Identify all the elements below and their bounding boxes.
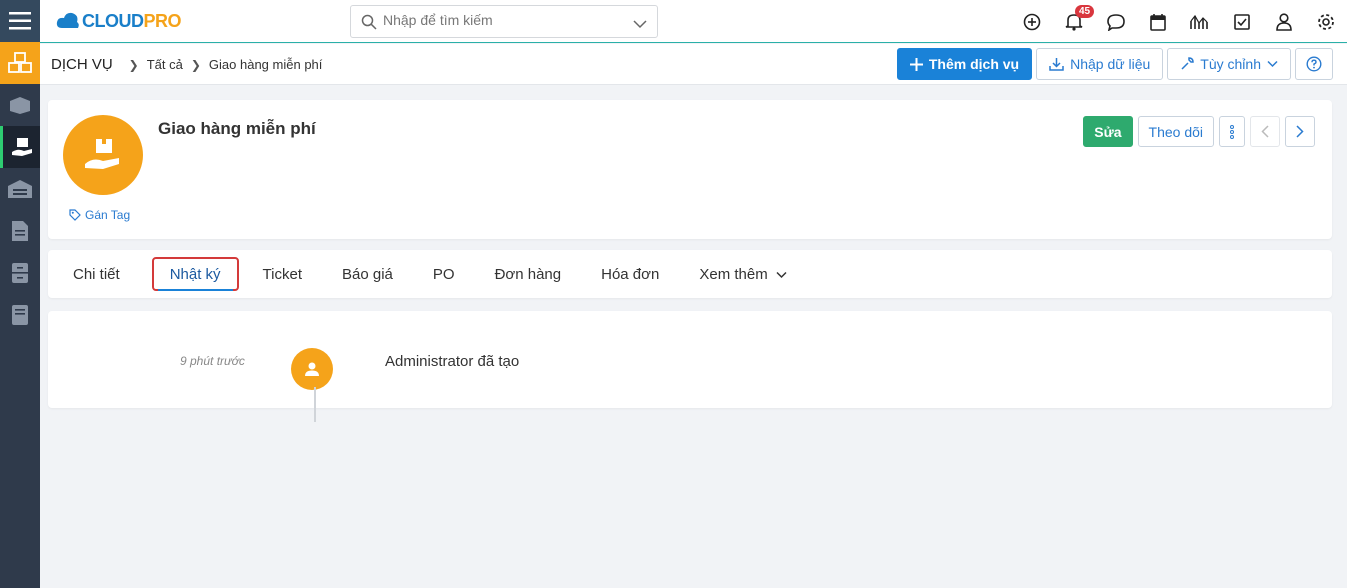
breadcrumb-current: Giao hàng miễn phí xyxy=(208,57,323,72)
hamburger-menu-icon[interactable] xyxy=(0,0,40,42)
chart-icon[interactable] xyxy=(1179,0,1221,43)
search-icon xyxy=(361,14,377,35)
chevron-down-icon xyxy=(776,266,787,283)
tag-icon xyxy=(69,209,81,221)
warehouse-icon[interactable] xyxy=(0,168,40,210)
tab-more[interactable]: Xem thêm xyxy=(679,257,806,291)
tab-orders[interactable]: Đơn hàng xyxy=(475,257,582,291)
tab-quotes[interactable]: Báo giá xyxy=(322,257,413,291)
toolbar-actions: Thêm dịch vụ Nhập dữ liệu Tùy chỉnh xyxy=(896,48,1333,80)
notification-bell-icon[interactable]: 45 xyxy=(1053,0,1095,43)
customize-button[interactable]: Tùy chỉnh xyxy=(1167,48,1291,80)
chat-icon[interactable] xyxy=(1095,0,1137,43)
tab-more-label: Xem thêm xyxy=(699,265,768,283)
tab-invoices[interactable]: Hóa đơn xyxy=(581,257,679,291)
wrench-icon xyxy=(1181,57,1195,70)
chevron-left-icon xyxy=(1261,125,1269,138)
logo-main: CLOUD xyxy=(82,10,144,31)
record-title: Giao hàng miễn phí xyxy=(158,119,316,138)
user-avatar-icon xyxy=(291,348,333,390)
chevron-down-icon[interactable] xyxy=(633,16,647,34)
add-circle-icon[interactable] xyxy=(1011,0,1053,43)
record-tabs-card: Chi tiết Nhật ký Ticket Báo giá PO Đơn h… xyxy=(48,250,1332,298)
add-tag-label: Gán Tag xyxy=(85,208,131,222)
logo-text: CLOUDPRO xyxy=(82,10,182,32)
breadcrumb-level1[interactable]: Tất cả xyxy=(147,57,183,72)
tab-ticket[interactable]: Ticket xyxy=(243,257,322,291)
previous-record-button[interactable] xyxy=(1250,116,1280,147)
activity-time: 9 phút trước xyxy=(180,354,245,368)
download-icon xyxy=(1049,58,1064,71)
top-bar: CLOUDPRO 45 xyxy=(40,0,1347,43)
activity-timeline-card: 9 phút trước Administrator đã tạo xyxy=(48,311,1332,408)
cloud-logo-icon xyxy=(56,12,79,28)
tab-details[interactable]: Chi tiết xyxy=(48,257,140,291)
kebab-menu-icon xyxy=(1230,124,1234,139)
next-record-button[interactable] xyxy=(1285,116,1315,147)
left-rail xyxy=(0,0,40,588)
hand-box-icon xyxy=(85,139,119,169)
breadcrumb-module[interactable]: DỊCH VỤ xyxy=(51,56,113,73)
add-service-label: Thêm dịch vụ xyxy=(928,56,1020,72)
logo-accent: PRO xyxy=(143,10,182,31)
add-tag-link[interactable]: Gán Tag xyxy=(69,208,130,222)
box-open-icon[interactable] xyxy=(0,84,40,126)
search-input[interactable] xyxy=(383,12,623,28)
breadcrumb: DỊCH VỤ ❯ Tất cả ❯ Giao hàng miễn phí xyxy=(51,56,322,73)
document-icon[interactable] xyxy=(0,210,40,252)
book-icon[interactable] xyxy=(0,294,40,336)
plus-icon xyxy=(909,57,923,71)
follow-button[interactable]: Theo dõi xyxy=(1137,116,1214,147)
edit-button[interactable]: Sửa xyxy=(1083,116,1133,147)
timeline-connector xyxy=(314,387,316,422)
add-service-button[interactable]: Thêm dịch vụ xyxy=(896,48,1033,80)
cabinet-icon[interactable] xyxy=(0,252,40,294)
record-tabs: Chi tiết Nhật ký Ticket Báo giá PO Đơn h… xyxy=(48,250,807,298)
global-search[interactable] xyxy=(350,5,658,38)
user-profile-icon[interactable] xyxy=(1263,0,1305,43)
tab-po[interactable]: PO xyxy=(413,257,475,291)
customize-label: Tùy chỉnh xyxy=(1200,56,1261,72)
settings-gear-icon[interactable] xyxy=(1305,0,1347,43)
activity-text: Administrator đã tạo xyxy=(385,353,520,370)
record-actions: Sửa Theo dõi xyxy=(1083,116,1315,147)
calendar-icon[interactable] xyxy=(1137,0,1179,43)
breadcrumb-bar: DỊCH VỤ ❯ Tất cả ❯ Giao hàng miễn phí Th… xyxy=(40,44,1347,85)
app-logo[interactable]: CLOUDPRO xyxy=(56,7,182,35)
more-options-button[interactable] xyxy=(1219,116,1245,147)
record-header-card: Giao hàng miễn phí Gán Tag Sửa Theo dõi xyxy=(48,100,1332,239)
chevron-down-icon xyxy=(1267,60,1278,68)
import-data-button[interactable]: Nhập dữ liệu xyxy=(1036,48,1164,80)
record-avatar xyxy=(63,115,143,195)
help-button[interactable] xyxy=(1295,48,1333,80)
boxes-icon[interactable] xyxy=(0,42,40,84)
top-icons: 45 xyxy=(1011,0,1347,43)
hand-box-icon[interactable] xyxy=(0,126,40,168)
import-data-label: Nhập dữ liệu xyxy=(1070,56,1151,72)
tab-activity-log[interactable]: Nhật ký xyxy=(151,257,239,291)
chevron-right-icon: ❯ xyxy=(190,57,201,72)
help-circle-icon xyxy=(1306,56,1322,72)
task-check-icon[interactable] xyxy=(1221,0,1263,43)
notification-badge: 45 xyxy=(1075,5,1095,18)
chevron-right-icon xyxy=(1296,125,1304,138)
chevron-right-icon: ❯ xyxy=(128,57,139,72)
